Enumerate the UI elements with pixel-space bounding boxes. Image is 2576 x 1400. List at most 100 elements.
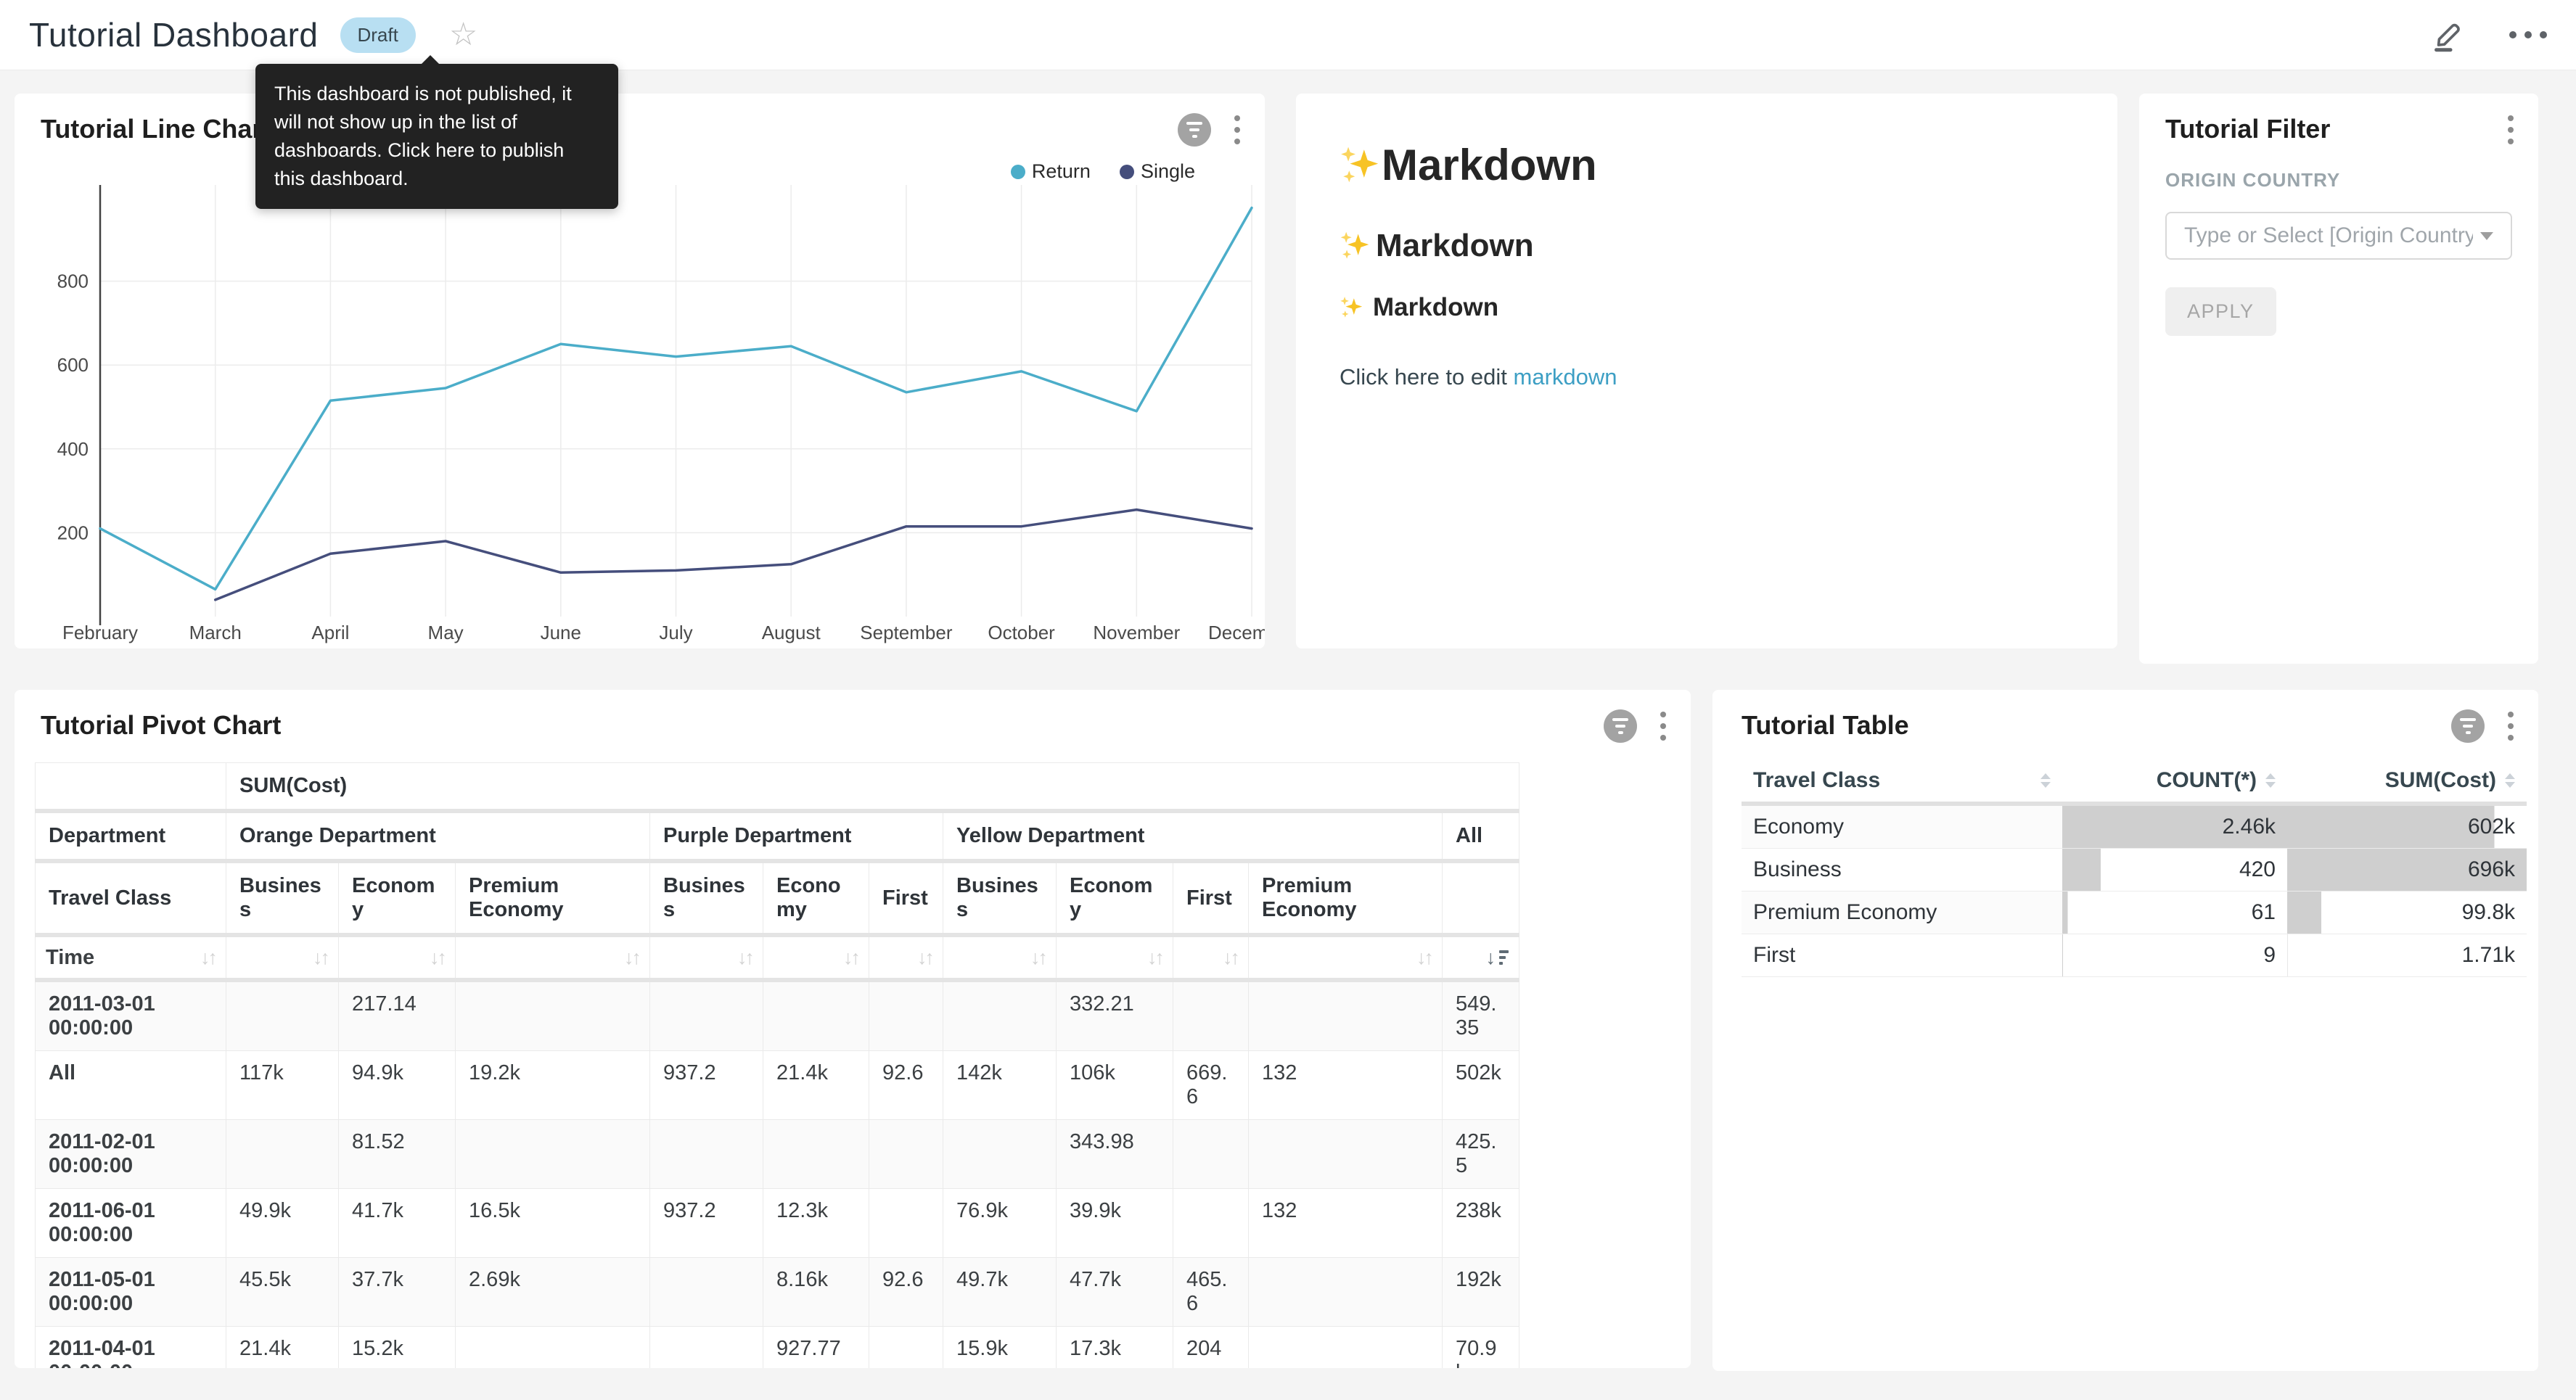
pivot-time-header[interactable]: Time↓↑ xyxy=(36,935,226,980)
edit-dashboard-icon[interactable] xyxy=(2429,16,2467,54)
legend-item-single[interactable]: Single xyxy=(1120,160,1195,183)
pivot-time-value: 2011-05-01 00:00:00 xyxy=(36,1258,226,1327)
filter-circle-icon[interactable] xyxy=(1604,709,1637,743)
pivot-cell: 332.21 xyxy=(1057,980,1173,1051)
pivot-sort-cell[interactable]: ↓↑ xyxy=(226,935,339,980)
sort-toggle-icon[interactable]: ↓↑ xyxy=(1030,948,1046,968)
pivot-travel-class-cell: Economy xyxy=(763,861,869,935)
sort-toggle-icon[interactable]: ↓↑ xyxy=(1416,948,1432,968)
pivot-travel-class-cell: Economy xyxy=(339,861,456,935)
sum-cost-cell: 696k xyxy=(2287,849,2527,892)
pivot-cell: 343.98 xyxy=(1057,1120,1173,1189)
kebab-menu-icon[interactable] xyxy=(2505,709,2516,744)
svg-text:May: May xyxy=(428,622,464,643)
sort-icon[interactable] xyxy=(2265,773,2276,788)
pivot-sort-cell[interactable]: ↓↑ xyxy=(339,935,456,980)
pivot-travel-class-cell: Economy xyxy=(1057,861,1173,935)
markdown-h2-text: Markdown xyxy=(1376,228,1534,264)
pivot-cell xyxy=(650,1120,763,1189)
pivot-sort-cell[interactable]: ↓↑ xyxy=(456,935,650,980)
sort-toggle-icon[interactable]: ↓↑ xyxy=(430,948,445,968)
markdown-h1-text: Markdown xyxy=(1382,140,1597,190)
apply-button[interactable]: APPLY xyxy=(2165,287,2276,336)
origin-country-select[interactable]: Type or Select [Origin Country] xyxy=(2165,212,2512,260)
svg-text:800: 800 xyxy=(57,271,89,292)
draft-badge[interactable]: Draft xyxy=(340,17,416,53)
sparkles-icon xyxy=(1340,230,1371,262)
dashboard-header: Tutorial Dashboard Draft ☆ xyxy=(0,0,2576,70)
pivot-sort-cell[interactable]: ↓↑ xyxy=(650,935,763,980)
pivot-sort-cell[interactable]: ↓↑ xyxy=(869,935,943,980)
legend-dot-single xyxy=(1120,165,1134,179)
sort-toggle-icon[interactable]: ↓↑ xyxy=(313,948,328,968)
pivot-cell xyxy=(763,980,869,1051)
pivot-cell: 192k xyxy=(1443,1258,1519,1327)
pivot-cell: 49.7k xyxy=(943,1258,1057,1327)
pivot-time-value: All xyxy=(36,1051,226,1120)
pivot-cell: 669.6 xyxy=(1173,1051,1249,1120)
pivot-cell: 92.6 xyxy=(869,1258,943,1327)
sort-toggle-icon[interactable]: ↓↑ xyxy=(200,948,216,968)
pivot-time-value: 2011-02-01 00:00:00 xyxy=(36,1120,226,1189)
pivot-cell xyxy=(869,1120,943,1189)
sort-toggle-icon[interactable]: ↓↑ xyxy=(737,948,752,968)
filter-circle-icon[interactable] xyxy=(2451,709,2485,743)
table-row: First91.71k xyxy=(1742,934,2527,977)
pivot-cell: 21.4k xyxy=(226,1327,339,1369)
svg-text:March: March xyxy=(189,622,242,643)
sort-icon[interactable] xyxy=(2505,773,2515,788)
sort-toggle-icon[interactable]: ↓↑ xyxy=(624,948,639,968)
pivot-sort-cell[interactable]: ↓↑ xyxy=(1249,935,1443,980)
pivot-cell: 41.7k xyxy=(339,1189,456,1258)
more-actions-icon[interactable] xyxy=(2509,31,2547,38)
sum-cost-cell: 99.8k xyxy=(2287,892,2527,934)
column-header-count[interactable]: COUNT(*) xyxy=(2062,759,2287,804)
pivot-time-value: 2011-06-01 00:00:00 xyxy=(36,1189,226,1258)
pivot-cell xyxy=(943,980,1057,1051)
sort-toggle-icon[interactable]: ↓↑ xyxy=(1223,948,1238,968)
svg-text:400: 400 xyxy=(57,438,89,460)
pivot-cell xyxy=(1173,980,1249,1051)
pivot-row: 2011-05-01 00:00:0045.5k37.7k2.69k8.16k9… xyxy=(36,1258,1519,1327)
svg-text:October: October xyxy=(988,622,1055,643)
pivot-sort-cell[interactable]: ↓↑ xyxy=(1057,935,1173,980)
markdown-edit-link[interactable]: markdown xyxy=(1514,364,1617,390)
pivot-cell: 70.9k xyxy=(1443,1327,1519,1369)
pivot-sort-cell[interactable]: ↓↑ xyxy=(1173,935,1249,980)
column-header-travel-class[interactable]: Travel Class xyxy=(1742,759,2062,804)
pivot-travel-class-cell xyxy=(1443,861,1519,935)
pivot-cell: 81.52 xyxy=(339,1120,456,1189)
column-header-sum-cost[interactable]: SUM(Cost) xyxy=(2287,759,2527,804)
sort-toggle-icon[interactable]: ↓↑ xyxy=(917,948,932,968)
pivot-cell: 94.9k xyxy=(339,1051,456,1120)
pivot-cell: 17.3k xyxy=(1057,1327,1173,1369)
pivot-cell: 12.3k xyxy=(763,1189,869,1258)
pivot-cell: 39.9k xyxy=(1057,1189,1173,1258)
sort-toggle-icon[interactable]: ↓↑ xyxy=(843,948,858,968)
sort-toggle-icon[interactable]: ↓↑ xyxy=(1147,948,1162,968)
star-outline-icon[interactable]: ☆ xyxy=(449,19,477,51)
pivot-cell: 16.5k xyxy=(456,1189,650,1258)
pivot-sort-cell[interactable]: ↓↑ xyxy=(763,935,869,980)
pivot-cell: 49.9k xyxy=(226,1189,339,1258)
kebab-menu-icon[interactable] xyxy=(2505,112,2516,147)
travel-class-cell: Economy xyxy=(1742,804,2062,849)
pivot-sort-cell[interactable]: ↓↑ xyxy=(943,935,1057,980)
pivot-cell: 15.2k xyxy=(339,1327,456,1369)
pivot-travel-class-label: Travel Class xyxy=(36,861,226,935)
pivot-sort-cell-all[interactable]: ↓ xyxy=(1443,935,1519,980)
sort-desc-icon[interactable]: ↓ xyxy=(1486,948,1509,968)
pivot-cell xyxy=(1249,1327,1443,1369)
line-chart-panel: Tutorial Line Chart Return Single 200400… xyxy=(15,94,1265,648)
legend-item-return[interactable]: Return xyxy=(1011,160,1091,183)
sort-icon[interactable] xyxy=(2040,773,2051,788)
kebab-menu-icon[interactable] xyxy=(1657,709,1669,744)
legend-label: Single xyxy=(1141,160,1195,183)
pivot-cell: 937.2 xyxy=(650,1051,763,1120)
pivot-cell xyxy=(869,980,943,1051)
pivot-cell xyxy=(456,980,650,1051)
pivot-row: 2011-02-01 00:00:0081.52343.98425.5 xyxy=(36,1120,1519,1189)
travel-class-cell: Premium Economy xyxy=(1742,892,2062,934)
pivot-department-cell: All xyxy=(1443,811,1519,861)
pivot-time-value: 2011-03-01 00:00:00 xyxy=(36,980,226,1051)
